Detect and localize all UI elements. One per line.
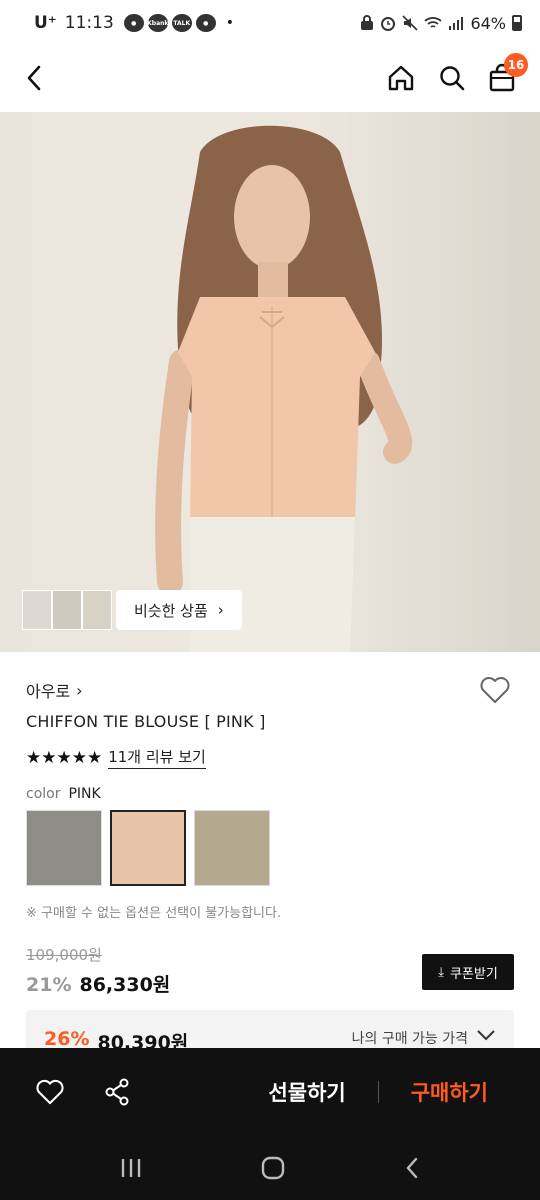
signal-icon xyxy=(449,17,464,30)
chat-bubble-icon: ● xyxy=(195,14,216,32)
option-notice: ※ 구매할 수 없는 옵션은 선택이 불가능합니다. xyxy=(26,906,282,921)
share-button[interactable] xyxy=(104,1078,130,1106)
thumbnail-2[interactable] xyxy=(52,590,82,630)
chevron-right-icon: › xyxy=(76,680,83,700)
chevron-right-icon: › xyxy=(217,601,224,619)
battery-percent: 64% xyxy=(470,13,506,33)
color-swatches xyxy=(26,810,270,886)
home-icon[interactable] xyxy=(386,63,416,93)
home-button-icon[interactable] xyxy=(261,1156,285,1180)
rating-row: ★★★★★ 11개 리뷰 보기 xyxy=(26,746,206,769)
notification-icons: ● Kbank TALK ● • xyxy=(123,14,235,32)
similar-products-button[interactable]: 비슷한 상품 › xyxy=(116,590,242,630)
similar-products-label: 비슷한 상품 xyxy=(134,601,208,620)
color-label: color xyxy=(26,786,61,802)
coupon-button-label: 쿠폰받기 xyxy=(449,966,498,982)
price-row: 21% 86,330원 xyxy=(26,970,170,997)
battery-icon xyxy=(512,15,522,31)
star-rating-icon: ★★★★★ xyxy=(26,747,103,768)
color-swatch-2-selected[interactable] xyxy=(110,810,186,886)
status-time: 11:13 xyxy=(64,13,114,33)
color-value: PINK xyxy=(68,786,101,802)
thumbnail-3[interactable] xyxy=(82,590,112,630)
wishlist-button[interactable] xyxy=(36,1079,64,1105)
heart-icon xyxy=(36,1079,64,1105)
color-swatch-1[interactable] xyxy=(26,810,102,886)
carrier-label: U⁺ xyxy=(34,13,57,33)
more-notifications-icon: • xyxy=(225,15,235,31)
model-illustration xyxy=(155,125,413,652)
image-thumbnail-strip[interactable] xyxy=(22,590,112,630)
brand-link[interactable]: 아우로 › xyxy=(26,678,83,702)
product-name: CHIFFON TIE BLOUSE [ PINK ] xyxy=(26,712,266,731)
discount-rate: 21% xyxy=(26,974,72,996)
best-price-label: 나의 구매 가능 가격 xyxy=(351,1031,468,1047)
header-actions: 16 xyxy=(386,53,528,93)
thumbnail-1[interactable] xyxy=(22,590,52,630)
color-swatch-3[interactable] xyxy=(194,810,270,886)
lock-icon xyxy=(361,15,374,30)
color-option-label: color PINK xyxy=(26,786,101,802)
back-arrow-icon[interactable] xyxy=(24,64,44,92)
alarm-icon xyxy=(381,17,396,31)
gift-button[interactable]: 선물하기 xyxy=(268,1077,345,1107)
chevron-down-icon xyxy=(477,1030,495,1041)
talk-icon: TALK xyxy=(171,14,192,32)
best-discount-rate: 26% xyxy=(44,1028,90,1050)
system-status: 64% xyxy=(360,14,522,33)
mute-icon xyxy=(402,15,419,31)
search-icon[interactable] xyxy=(438,64,466,92)
download-icon: ⤓ xyxy=(438,964,444,980)
status-bar: U⁺ 11:13 ● Kbank TALK ● • 64% xyxy=(0,0,540,46)
share-icon xyxy=(105,1078,129,1106)
product-image[interactable]: 비슷한 상품 › xyxy=(0,112,540,652)
app-header: 16 xyxy=(0,46,540,110)
wishlist-heart-icon[interactable] xyxy=(480,676,510,704)
buy-button[interactable]: 구매하기 xyxy=(411,1077,488,1107)
bottom-action-bar: 선물하기 구매하기 xyxy=(0,1048,540,1136)
cart-button[interactable]: 16 xyxy=(488,53,528,93)
best-price-label-row: 나의 구매 가능 가격 xyxy=(352,1028,496,1048)
recent-apps-icon[interactable] xyxy=(119,1157,143,1179)
brand-name: 아우로 xyxy=(26,682,71,701)
action-divider xyxy=(377,1081,379,1103)
system-nav-bar xyxy=(0,1136,540,1200)
kbank-icon: Kbank xyxy=(147,14,168,32)
back-button-icon[interactable] xyxy=(403,1156,421,1180)
coupon-button[interactable]: ⤓ 쿠폰받기 xyxy=(422,954,514,990)
original-price: 109,000원 xyxy=(26,946,102,964)
wifi-icon xyxy=(424,17,443,28)
sale-price: 86,330원 xyxy=(79,974,171,996)
review-link[interactable]: 11개 리뷰 보기 xyxy=(108,746,206,769)
cart-count-badge: 16 xyxy=(504,53,528,77)
chat-bubble-icon: ● xyxy=(123,14,144,32)
